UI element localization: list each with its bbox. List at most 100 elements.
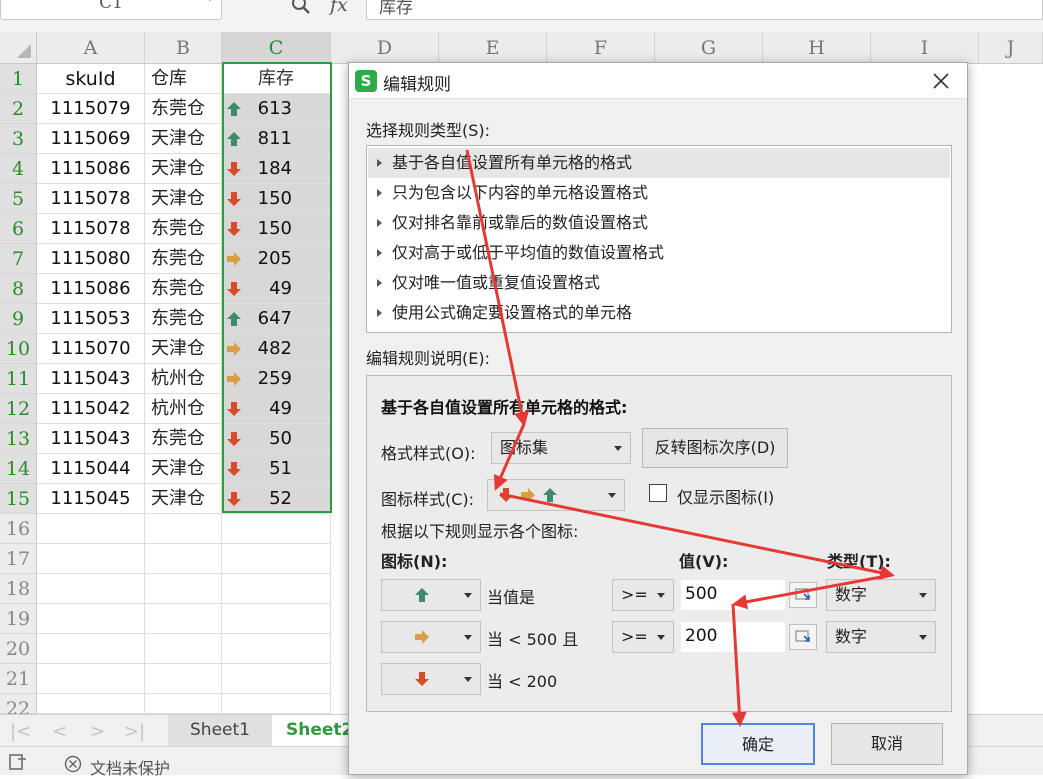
- row-header[interactable]: 13: [0, 424, 37, 454]
- rule-type-item[interactable]: 仅对唯一值或重复值设置格式: [368, 268, 950, 298]
- cell-stock[interactable]: 811: [222, 124, 331, 154]
- empty-cell[interactable]: [145, 514, 222, 544]
- fx-icon[interactable]: fx: [330, 0, 348, 16]
- empty-cell[interactable]: [37, 634, 145, 664]
- cell-warehouse[interactable]: 天津仓: [145, 454, 222, 484]
- cell-stock[interactable]: 51: [222, 454, 331, 484]
- column-header-c[interactable]: C: [222, 32, 331, 64]
- cell-stock[interactable]: 50: [222, 424, 331, 454]
- select-all-corner[interactable]: [0, 32, 37, 64]
- cell-warehouse[interactable]: 天津仓: [145, 154, 222, 184]
- rule-type-item[interactable]: 只为包含以下内容的单元格设置格式: [368, 178, 950, 208]
- zoom-search-icon[interactable]: [290, 0, 312, 16]
- show-icon-only-label[interactable]: 仅显示图标(I): [677, 484, 774, 508]
- empty-cell[interactable]: [37, 664, 145, 694]
- icon-style-select[interactable]: [487, 479, 625, 511]
- empty-cell[interactable]: [145, 604, 222, 634]
- cell-warehouse[interactable]: 东莞仓: [145, 214, 222, 244]
- cell-stock[interactable]: 205: [222, 244, 331, 274]
- row-header[interactable]: 9: [0, 304, 37, 334]
- empty-cell[interactable]: [145, 544, 222, 574]
- empty-cell[interactable]: [145, 634, 222, 664]
- chevron-down-icon[interactable]: [205, 0, 215, 1]
- column-header-h[interactable]: H: [763, 32, 871, 64]
- cell-sku[interactable]: 1115043: [37, 364, 145, 394]
- row-header[interactable]: 5: [0, 184, 37, 214]
- format-style-select[interactable]: 图标集: [491, 432, 631, 464]
- cell-stock[interactable]: 49: [222, 394, 331, 424]
- cell-sku[interactable]: 1115079: [37, 94, 145, 124]
- cell-stock[interactable]: 647: [222, 304, 331, 334]
- cell-warehouse[interactable]: 天津仓: [145, 184, 222, 214]
- cell-picker-icon[interactable]: [789, 624, 817, 650]
- empty-cell[interactable]: [37, 574, 145, 604]
- cell-warehouse[interactable]: 杭州仓: [145, 364, 222, 394]
- cell-warehouse[interactable]: 东莞仓: [145, 424, 222, 454]
- cell-warehouse[interactable]: 东莞仓: [145, 304, 222, 334]
- cell-stock[interactable]: 482: [222, 334, 331, 364]
- row-header[interactable]: 1: [0, 64, 37, 94]
- column-header-b[interactable]: B: [145, 32, 222, 64]
- empty-cell[interactable]: [222, 694, 331, 714]
- cell-stock[interactable]: 259: [222, 364, 331, 394]
- row-header[interactable]: 4: [0, 154, 37, 184]
- cell-sku[interactable]: 1115044: [37, 454, 145, 484]
- row-header[interactable]: 8: [0, 274, 37, 304]
- header-cell-stock[interactable]: 库存: [222, 64, 331, 94]
- icon3-select[interactable]: [381, 663, 481, 695]
- row-header[interactable]: 2: [0, 94, 37, 124]
- row-header[interactable]: 17: [0, 544, 37, 574]
- icon2-select[interactable]: [381, 621, 481, 653]
- cell-stock[interactable]: 150: [222, 214, 331, 244]
- row-header[interactable]: 6: [0, 214, 37, 244]
- reverse-icon-order-button[interactable]: 反转图标次序(D): [642, 428, 788, 468]
- row-header[interactable]: 15: [0, 484, 37, 514]
- cell-sku[interactable]: 1115086: [37, 274, 145, 304]
- rule-type-item[interactable]: 使用公式确定要设置格式的单元格: [368, 298, 950, 328]
- cell-warehouse[interactable]: 东莞仓: [145, 244, 222, 274]
- cell-stock[interactable]: 52: [222, 484, 331, 514]
- cell-warehouse[interactable]: 天津仓: [145, 484, 222, 514]
- column-header-e[interactable]: E: [439, 32, 547, 64]
- last-sheet-icon[interactable]: >|: [124, 721, 145, 742]
- empty-cell[interactable]: [222, 574, 331, 604]
- empty-cell[interactable]: [222, 634, 331, 664]
- row-header[interactable]: 19: [0, 604, 37, 634]
- empty-cell[interactable]: [222, 664, 331, 694]
- empty-cell[interactable]: [145, 694, 222, 714]
- next-sheet-icon[interactable]: >: [90, 721, 105, 742]
- dialog-titlebar[interactable]: S 编辑规则: [349, 63, 967, 99]
- cell-stock[interactable]: 184: [222, 154, 331, 184]
- protect-status[interactable]: 文档未保护: [90, 755, 170, 779]
- header-cell-sku[interactable]: skuId: [37, 64, 145, 94]
- tab-sheet2[interactable]: Sheet2: [272, 715, 353, 746]
- empty-cell[interactable]: [37, 544, 145, 574]
- empty-cell[interactable]: [145, 574, 222, 604]
- row-header[interactable]: 11: [0, 364, 37, 394]
- show-icon-only-checkbox[interactable]: [649, 484, 667, 502]
- name-box[interactable]: C1: [0, 0, 222, 20]
- row-header[interactable]: 21: [0, 664, 37, 694]
- row-header[interactable]: 10: [0, 334, 37, 364]
- row-header[interactable]: 7: [0, 244, 37, 274]
- rule1-value-input[interactable]: 500: [681, 580, 785, 610]
- rule2-value-input[interactable]: 200: [681, 622, 785, 652]
- empty-cell[interactable]: [37, 694, 145, 714]
- cell-sku[interactable]: 1115078: [37, 184, 145, 214]
- prev-sheet-icon[interactable]: <: [52, 721, 67, 742]
- rule-type-item[interactable]: 仅对排名靠前或靠后的数值设置格式: [368, 208, 950, 238]
- row-header[interactable]: 3: [0, 124, 37, 154]
- row-header[interactable]: 12: [0, 394, 37, 424]
- rule-type-list[interactable]: 基于各自值设置所有单元格的格式 只为包含以下内容的单元格设置格式 仅对排名靠前或…: [366, 145, 952, 333]
- formula-input[interactable]: 库存: [366, 0, 1043, 20]
- ok-button[interactable]: 确定: [701, 723, 815, 765]
- empty-cell[interactable]: [145, 664, 222, 694]
- cell-stock[interactable]: 150: [222, 184, 331, 214]
- cell-sku[interactable]: 1115069: [37, 124, 145, 154]
- row-header[interactable]: 22: [0, 694, 37, 720]
- row-header[interactable]: 16: [0, 514, 37, 544]
- empty-cell[interactable]: [37, 514, 145, 544]
- cell-sku[interactable]: 1115086: [37, 154, 145, 184]
- icon1-select[interactable]: [381, 579, 481, 611]
- cell-warehouse[interactable]: 东莞仓: [145, 94, 222, 124]
